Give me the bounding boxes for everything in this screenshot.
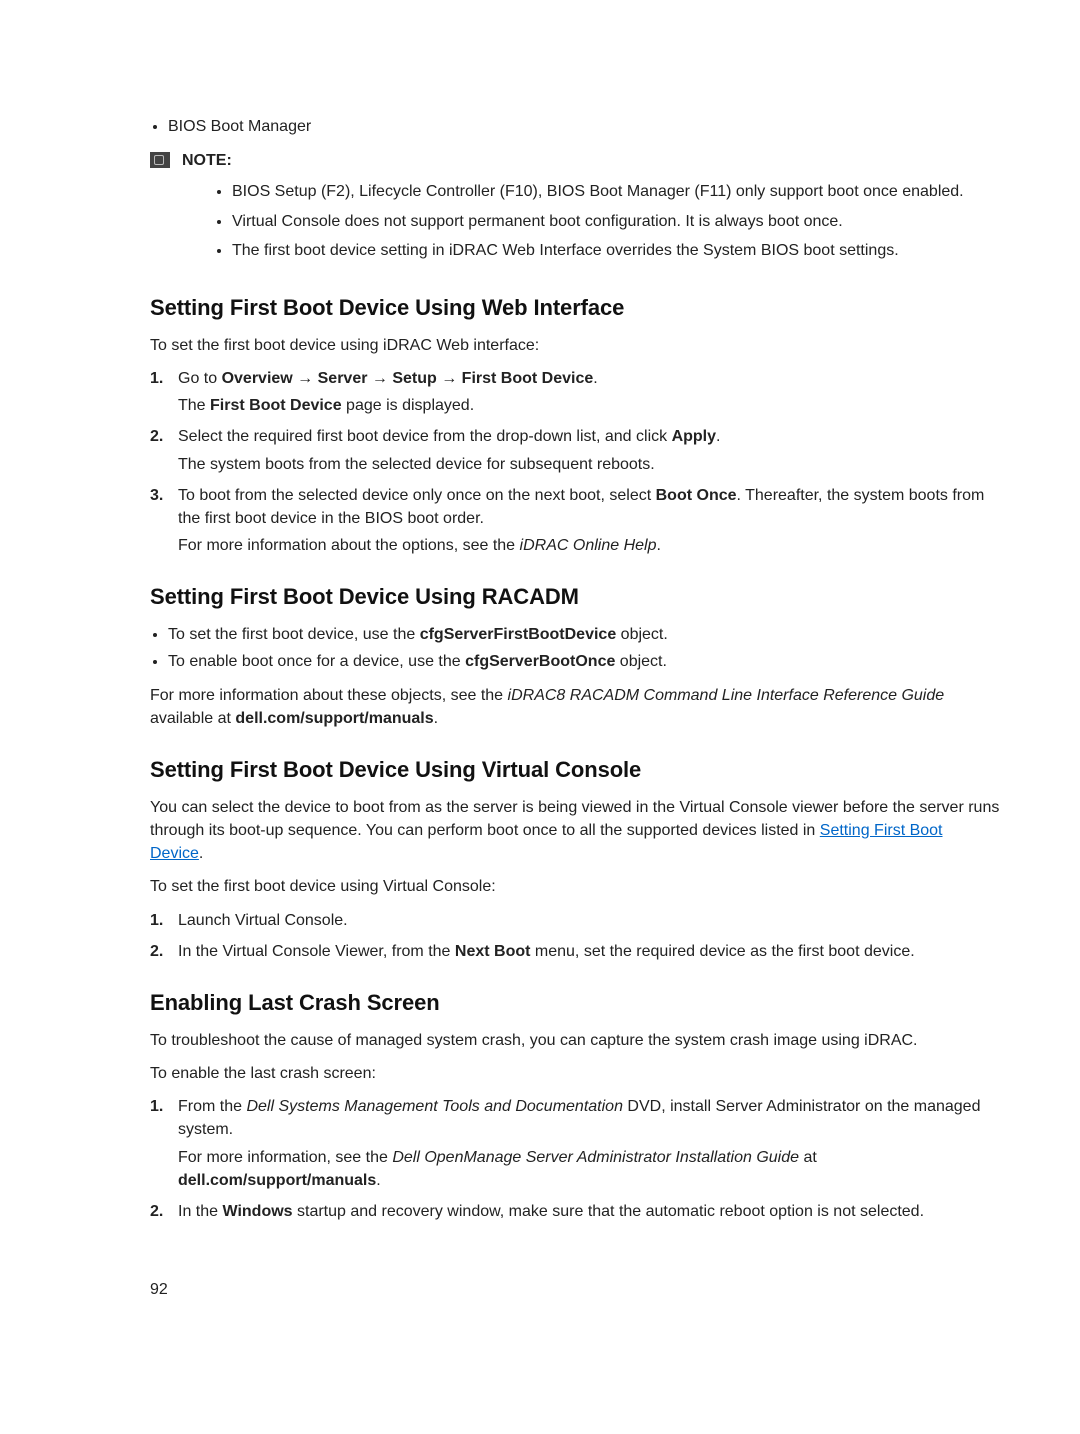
text: For more information about these objects…	[150, 687, 508, 704]
page-name: First Boot Device	[210, 397, 342, 414]
note-label: NOTE:	[182, 149, 1000, 172]
ui-boot-once: Boot Once	[656, 487, 737, 504]
text: Go to	[178, 370, 222, 387]
paragraph: For more information about these objects…	[150, 684, 1000, 730]
note-item-text: Virtual Console does not support permane…	[232, 213, 843, 230]
doc-ref: iDRAC Online Help	[520, 537, 657, 554]
steps-last-crash: From the Dell Systems Management Tools a…	[150, 1095, 1000, 1223]
text: .	[199, 845, 203, 862]
note-block: NOTE: BIOS Setup (F2), Lifecycle Control…	[150, 150, 1000, 268]
list-item: Virtual Console does not support permane…	[232, 210, 1000, 233]
text: at	[799, 1149, 817, 1166]
text: .	[593, 370, 597, 387]
heading-virtual-console: Setting First Boot Device Using Virtual …	[150, 754, 1000, 786]
step-detail: For more information, see the Dell OpenM…	[178, 1146, 1000, 1192]
step: From the Dell Systems Management Tools a…	[150, 1095, 1000, 1192]
url: dell.com/support/manuals	[178, 1172, 376, 1189]
text: available at	[150, 710, 235, 727]
steps-web: Go to Overview → Server → Setup → First …	[150, 367, 1000, 557]
text: In the Virtual Console Viewer, from the	[178, 943, 455, 960]
object-name: cfgServerFirstBootDevice	[420, 626, 617, 643]
list-item: BIOS Setup (F2), Lifecycle Controller (F…	[232, 180, 1000, 203]
text: The	[178, 397, 210, 414]
doc-ref: Dell OpenManage Server Administrator Ins…	[392, 1149, 799, 1166]
top-bullet-list: BIOS Boot Manager	[150, 115, 1000, 138]
ui-next-boot: Next Boot	[455, 943, 531, 960]
list-item: BIOS Boot Manager	[168, 115, 1000, 138]
text: Select the required first boot device fr…	[178, 428, 672, 445]
page-number: 92	[150, 1278, 1000, 1301]
text: From the	[178, 1098, 246, 1115]
paragraph: To enable the last crash screen:	[150, 1062, 1000, 1085]
note-list: BIOS Setup (F2), Lifecycle Controller (F…	[182, 180, 1000, 262]
step: Go to Overview → Server → Setup → First …	[150, 367, 1000, 417]
text: .	[376, 1172, 380, 1189]
note-icon	[150, 152, 170, 168]
text: .	[434, 710, 438, 727]
paragraph: To troubleshoot the cause of managed sys…	[150, 1029, 1000, 1052]
text: For more information, see the	[178, 1149, 392, 1166]
step: In the Windows startup and recovery wind…	[150, 1200, 1000, 1223]
text: object.	[615, 653, 667, 670]
heading-racadm: Setting First Boot Device Using RACADM	[150, 581, 1000, 613]
note-body: NOTE: BIOS Setup (F2), Lifecycle Control…	[182, 150, 1000, 268]
paragraph: You can select the device to boot from a…	[150, 796, 1000, 866]
doc-ref: Dell Systems Management Tools and Docume…	[246, 1098, 623, 1115]
step-detail: For more information about the options, …	[178, 534, 1000, 557]
bullet-text: BIOS Boot Manager	[168, 118, 311, 135]
url: dell.com/support/manuals	[235, 710, 433, 727]
object-name: cfgServerBootOnce	[465, 653, 615, 670]
list-item: To set the first boot device, use the cf…	[168, 623, 1000, 646]
text: .	[716, 428, 720, 445]
list-item: To enable boot once for a device, use th…	[168, 650, 1000, 673]
step: In the Virtual Console Viewer, from the …	[150, 940, 1000, 963]
step: Select the required first boot device fr…	[150, 425, 1000, 475]
text: object.	[616, 626, 668, 643]
text: menu, set the required device as the fir…	[530, 943, 914, 960]
heading-web-interface: Setting First Boot Device Using Web Inte…	[150, 292, 1000, 324]
text: To enable boot once for a device, use th…	[168, 653, 465, 670]
doc-ref: iDRAC8 RACADM Command Line Interface Ref…	[508, 687, 945, 704]
text: To boot from the selected device only on…	[178, 487, 656, 504]
text: startup and recovery window, make sure t…	[293, 1203, 924, 1220]
step-detail: The First Boot Device page is displayed.	[178, 394, 1000, 417]
heading-last-crash: Enabling Last Crash Screen	[150, 987, 1000, 1019]
steps-virtual-console: Launch Virtual Console. In the Virtual C…	[150, 909, 1000, 963]
list-item: The first boot device setting in iDRAC W…	[232, 239, 1000, 262]
step: Launch Virtual Console.	[150, 909, 1000, 932]
step-detail: The system boots from the selected devic…	[178, 453, 1000, 476]
nav-path: Overview → Server → Setup → First Boot D…	[222, 370, 594, 387]
paragraph: To set the first boot device using iDRAC…	[150, 334, 1000, 357]
text: In the	[178, 1203, 222, 1220]
note-item-text: The first boot device setting in iDRAC W…	[232, 242, 899, 259]
step: To boot from the selected device only on…	[150, 484, 1000, 558]
text: To set the first boot device, use the	[168, 626, 420, 643]
text: Launch Virtual Console.	[178, 912, 348, 929]
text: page is displayed.	[342, 397, 475, 414]
note-item-text: BIOS Setup (F2), Lifecycle Controller (F…	[232, 183, 964, 200]
paragraph: To set the first boot device using Virtu…	[150, 875, 1000, 898]
ui-windows: Windows	[222, 1203, 292, 1220]
racadm-list: To set the first boot device, use the cf…	[150, 623, 1000, 673]
ui-apply: Apply	[672, 428, 716, 445]
text: For more information about the options, …	[178, 537, 520, 554]
text: .	[656, 537, 660, 554]
page-content: BIOS Boot Manager NOTE: BIOS Setup (F2),…	[0, 0, 1080, 1361]
